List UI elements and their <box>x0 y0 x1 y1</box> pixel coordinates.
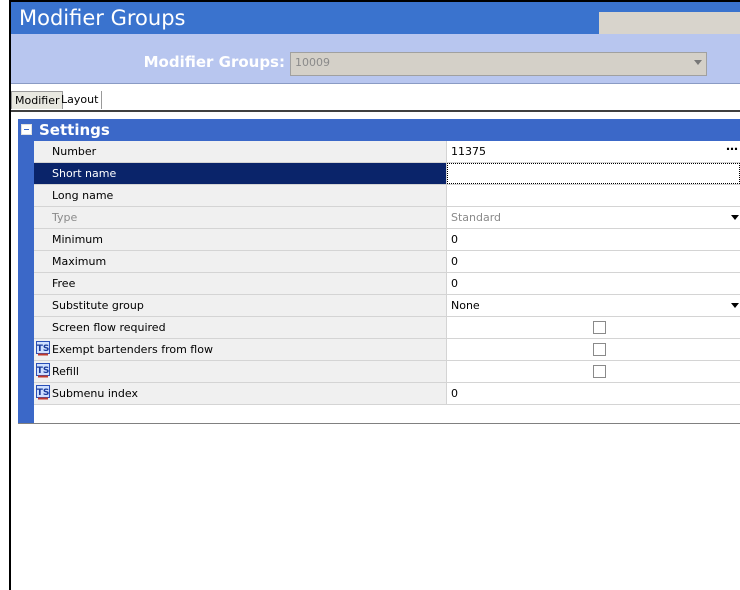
title-bar: Modifier Groups <box>11 2 740 34</box>
svg-text:TS: TS <box>37 366 50 376</box>
property-label: Long name <box>52 189 114 202</box>
property-value: 0 <box>451 255 458 268</box>
property-label: Maximum <box>52 255 107 268</box>
property-row[interactable]: Type Standard <box>34 207 740 229</box>
property-label-cell[interactable]: Minimum <box>34 229 447 250</box>
ellipsis-button[interactable]: ⋯ <box>726 142 738 156</box>
dropdown-arrow-icon[interactable] <box>731 215 739 220</box>
property-label: Free <box>52 277 76 290</box>
property-value-cell[interactable] <box>447 163 740 184</box>
section-title: Settings <box>39 121 110 139</box>
property-label-cell[interactable]: Short name <box>34 163 447 184</box>
property-label: Submenu index <box>52 387 138 400</box>
chevron-down-icon[interactable] <box>694 60 702 65</box>
property-value-cell[interactable]: None <box>447 295 740 316</box>
property-row[interactable]: Screen flow required <box>34 317 740 339</box>
tab-strip: Modifier Layout <box>11 84 740 112</box>
property-value-cell[interactable]: 0 <box>447 273 740 294</box>
property-label-cell[interactable]: Maximum <box>34 251 447 272</box>
property-value-cell[interactable] <box>447 339 740 360</box>
tab-layout[interactable]: Layout <box>58 91 103 109</box>
property-value-cell[interactable]: 11375 ⋯ <box>447 141 740 162</box>
grid-margin-strip <box>18 119 34 423</box>
modifier-groups-window: Modifier Groups Modifier Groups: 10009 M… <box>9 0 740 590</box>
property-value: 0 <box>451 387 458 400</box>
property-label: Refill <box>52 365 79 378</box>
property-label-cell[interactable]: Long name <box>34 185 447 206</box>
ts-icon: TS <box>36 341 50 356</box>
svg-text:TS: TS <box>37 388 50 398</box>
property-label: Screen flow required <box>52 321 166 334</box>
property-row[interactable]: Number 11375 ⋯ <box>34 141 740 163</box>
property-label-cell[interactable]: TS Exempt bartenders from flow <box>34 339 447 360</box>
property-grid: Settings Number 11375 ⋯ Short name Long name… <box>18 119 740 424</box>
property-label: Minimum <box>52 233 103 246</box>
property-label-cell[interactable]: TS Submenu index <box>34 383 447 404</box>
property-row[interactable]: Substitute group None <box>34 295 740 317</box>
property-label: Substitute group <box>52 299 144 312</box>
property-row[interactable]: Free 0 <box>34 273 740 295</box>
svg-text:TS: TS <box>37 344 50 354</box>
property-label-cell[interactable]: TS Refill <box>34 361 447 382</box>
record-selector-dropdown[interactable]: 10009 <box>290 52 707 76</box>
property-label: Exempt bartenders from flow <box>52 343 213 356</box>
property-label: Short name <box>52 167 117 180</box>
property-row[interactable]: Short name <box>34 163 740 185</box>
property-value: 0 <box>451 233 458 246</box>
window-title: Modifier Groups <box>19 6 186 30</box>
property-value-cell[interactable] <box>447 361 740 382</box>
collapse-icon[interactable] <box>21 124 32 135</box>
ts-icon: TS <box>36 385 50 400</box>
record-selector-label: Modifier Groups: <box>143 53 285 71</box>
property-label-cell[interactable]: Screen flow required <box>34 317 447 338</box>
property-checkbox[interactable] <box>593 365 606 378</box>
property-label-cell[interactable]: Number <box>34 141 447 162</box>
property-value: 0 <box>451 277 458 290</box>
property-value-cell[interactable]: 0 <box>447 383 740 404</box>
property-label: Type <box>52 211 78 224</box>
property-label-cell[interactable]: Substitute group <box>34 295 447 316</box>
record-selector-bar: Modifier Groups: 10009 <box>11 34 740 84</box>
property-checkbox[interactable] <box>593 321 606 334</box>
property-row[interactable]: TS Exempt bartenders from flow <box>34 339 740 361</box>
tab-modifier[interactable]: Modifier <box>11 91 64 109</box>
property-value: Standard <box>451 211 502 224</box>
property-value-cell[interactable]: 0 <box>447 229 740 250</box>
ts-icon: TS <box>36 363 50 378</box>
property-row[interactable]: Long name <box>34 185 740 207</box>
property-checkbox[interactable] <box>593 343 606 356</box>
property-row[interactable]: Minimum 0 <box>34 229 740 251</box>
property-row[interactable]: TS Refill <box>34 361 740 383</box>
property-value-cell[interactable]: 0 <box>447 251 740 272</box>
property-value-cell[interactable] <box>447 317 740 338</box>
record-selector-value: 10009 <box>295 56 330 69</box>
property-label: Number <box>52 145 97 158</box>
property-row[interactable]: Maximum 0 <box>34 251 740 273</box>
dropdown-arrow-icon[interactable] <box>731 303 739 308</box>
property-value-cell[interactable]: Standard <box>447 207 740 228</box>
property-label-cell[interactable]: Type <box>34 207 447 228</box>
property-value-cell[interactable] <box>447 185 740 206</box>
property-label-cell[interactable]: Free <box>34 273 447 294</box>
property-value: None <box>451 299 480 312</box>
property-value: 11375 <box>451 145 486 158</box>
property-row[interactable]: TS Submenu index 0 <box>34 383 740 405</box>
title-bar-panel <box>599 12 740 34</box>
section-header-settings: Settings <box>18 119 740 141</box>
